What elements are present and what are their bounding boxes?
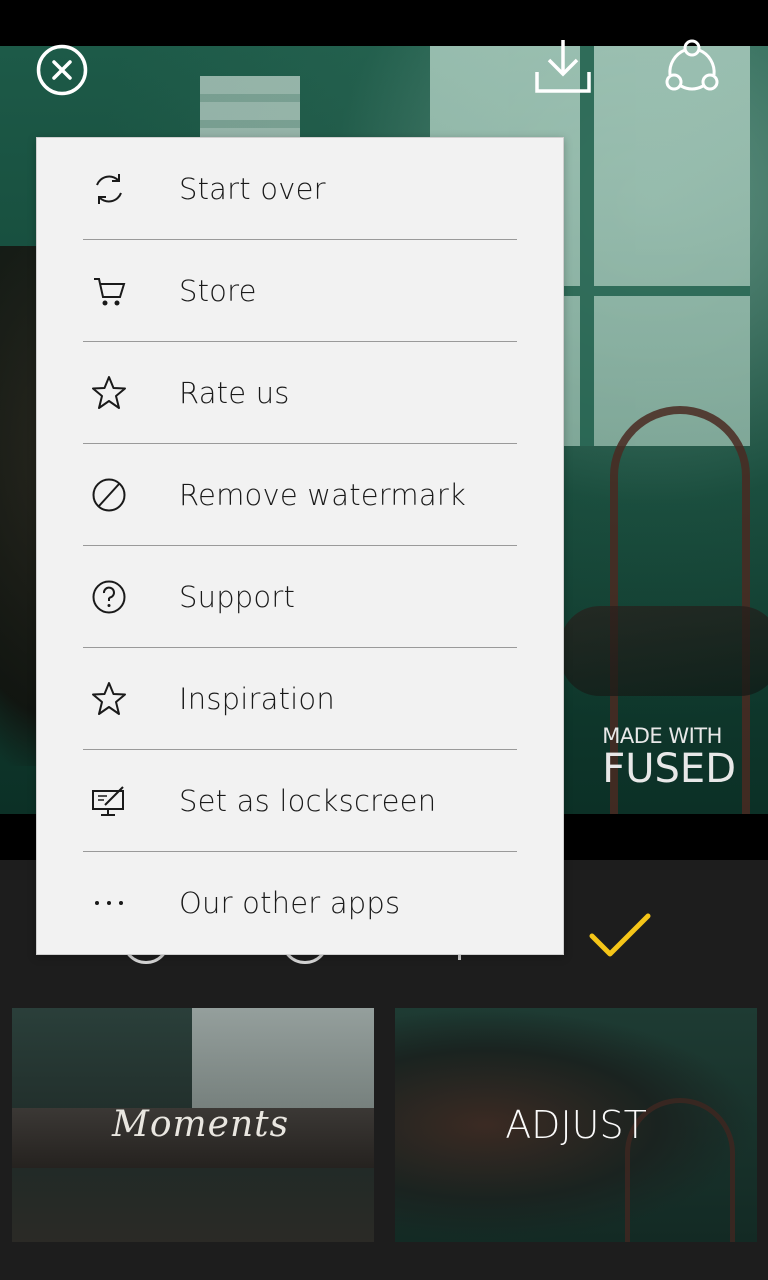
menu-item-set-as-lockscreen[interactable]: Set as lockscreen xyxy=(83,750,517,852)
menu-item-our-other-apps[interactable]: Our other apps xyxy=(83,852,517,954)
menu-item-label: Our other apps xyxy=(179,886,401,920)
watermark-line2: FUSED xyxy=(602,746,736,792)
menu-item-rate-us[interactable]: Rate us xyxy=(83,342,517,444)
cart-icon xyxy=(89,271,129,311)
thumb-window xyxy=(192,1008,374,1118)
share-icon xyxy=(665,39,719,91)
menu-item-support[interactable]: Support xyxy=(83,546,517,648)
menu-item-label: Rate us xyxy=(179,375,290,410)
prohibited-icon xyxy=(89,475,129,515)
watermark-line1: MADE WITH xyxy=(602,724,722,748)
star-icon xyxy=(89,679,129,719)
help-icon xyxy=(89,577,129,617)
thumbnail-label: ADJUST xyxy=(505,1103,647,1147)
confirm-button[interactable] xyxy=(588,910,652,960)
menu-item-label: Support xyxy=(179,579,296,614)
lockscreen-icon xyxy=(89,781,129,821)
close-circle-icon xyxy=(36,44,88,96)
checkmark-icon xyxy=(589,913,651,957)
menu-item-label: Store xyxy=(179,273,257,308)
menu-item-label: Inspiration xyxy=(179,681,335,716)
thumbnail-label: Moments xyxy=(112,1104,290,1145)
menu-item-start-over[interactable]: Start over xyxy=(83,138,517,240)
star-icon xyxy=(89,373,129,413)
refresh-icon xyxy=(89,169,129,209)
download-button[interactable] xyxy=(534,38,592,94)
menu-item-label: Set as lockscreen xyxy=(179,783,437,818)
thumbnail-moments[interactable]: Moments xyxy=(12,1008,374,1242)
menu-item-label: Remove watermark xyxy=(179,477,466,512)
watermark: MADE WITH FUSED xyxy=(602,724,736,792)
download-icon xyxy=(535,40,591,93)
more-icon xyxy=(89,883,129,923)
menu-item-remove-watermark[interactable]: Remove watermark xyxy=(83,444,517,546)
thumbnail-adjust[interactable]: ADJUST xyxy=(395,1008,757,1242)
overflow-menu: Start over Store Rate us Remove watermar… xyxy=(36,137,564,955)
photo-table xyxy=(560,606,768,696)
menu-item-store[interactable]: Store xyxy=(83,240,517,342)
share-button[interactable] xyxy=(664,38,720,94)
menu-item-inspiration[interactable]: Inspiration xyxy=(83,648,517,750)
menu-item-label: Start over xyxy=(179,171,326,206)
close-button[interactable] xyxy=(36,44,88,96)
